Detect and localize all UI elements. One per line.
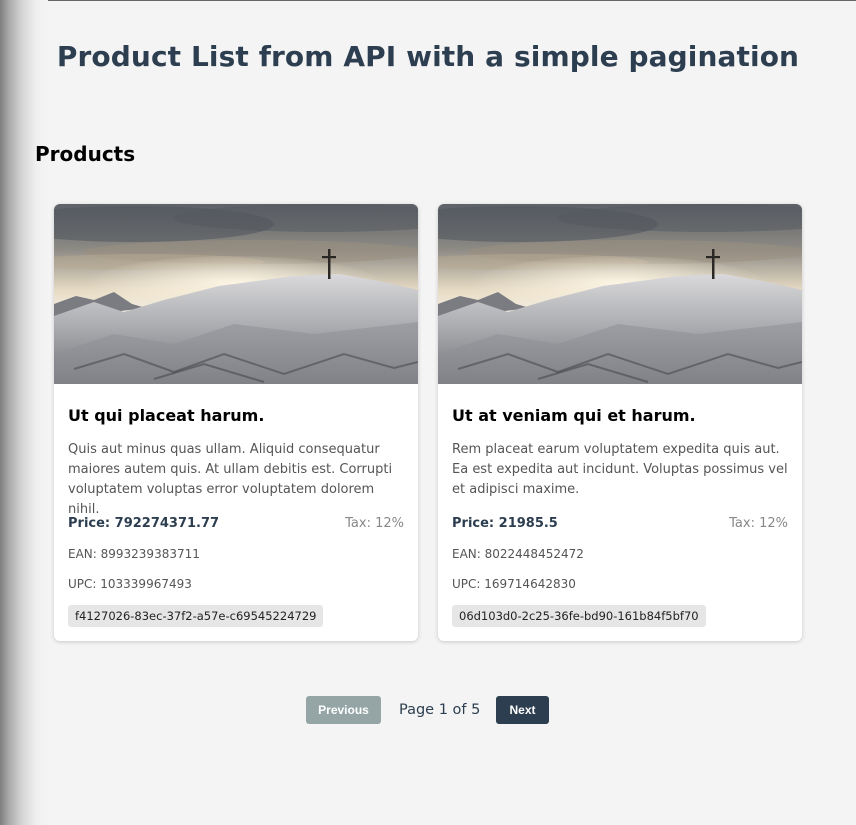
product-description: Rem placeat earum voluptatem expedita qu…: [452, 442, 788, 497]
product-title: Ut qui placeat harum.: [68, 406, 265, 425]
product-price: Price: 792274371.77: [68, 516, 220, 531]
price-row: Price: 21985.5 Tax: 12%: [452, 516, 788, 531]
page-indicator: Page 1 of 5: [399, 702, 481, 718]
snowy-mountain-cross-image: [438, 204, 802, 384]
top-border: [0, 0, 856, 1]
product-upc: UPC: 169714642830: [452, 577, 576, 591]
product-uuid-badge: f4127026-83ec-37f2-a57e-c69545224729: [68, 605, 324, 627]
pagination: Previous Page 1 of 5 Next: [0, 696, 856, 724]
snowy-mountain-cross-image: [54, 204, 418, 384]
page-title: Product List from API with a simple pagi…: [56, 40, 800, 73]
product-card: Ut qui placeat harum. Quis aut minus qua…: [54, 204, 418, 641]
product-tax: Tax: 12%: [345, 516, 404, 531]
product-upc: UPC: 103339967493: [68, 577, 192, 591]
product-ean: EAN: 8022448452472: [452, 547, 584, 561]
product-uuid-badge: 06d103d0-2c25-36fe-bd90-161b84f5bf70: [452, 605, 706, 627]
product-tax: Tax: 12%: [729, 516, 788, 531]
product-card: Ut at veniam qui et harum. Rem placeat e…: [438, 204, 802, 641]
previous-button[interactable]: Previous: [306, 696, 381, 724]
product-description: Quis aut minus quas ullam. Aliquid conse…: [68, 442, 393, 517]
product-ean: EAN: 8993239383711: [68, 547, 200, 561]
next-button[interactable]: Next: [496, 696, 549, 724]
price-row: Price: 792274371.77 Tax: 12%: [68, 516, 404, 531]
product-title: Ut at veniam qui et harum.: [452, 406, 696, 425]
section-title: Products: [35, 142, 136, 166]
product-price: Price: 21985.5: [452, 516, 558, 531]
